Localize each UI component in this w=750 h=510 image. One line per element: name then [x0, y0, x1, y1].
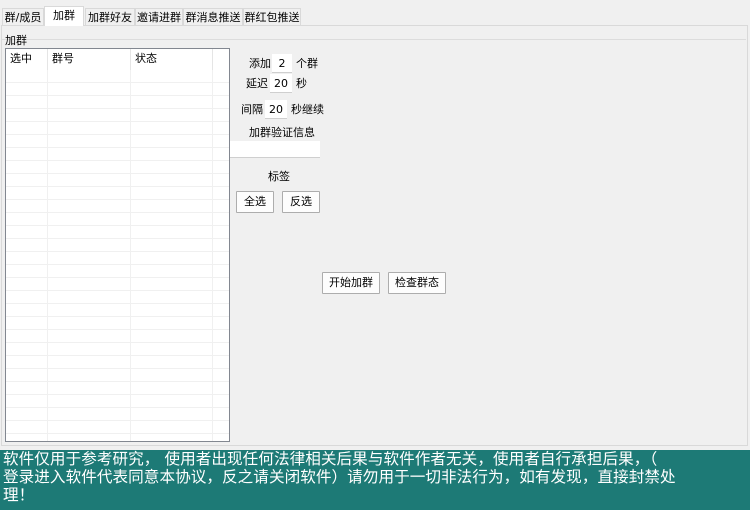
- tab-add-group-friends[interactable]: 加群好友: [85, 8, 135, 25]
- add-count-input[interactable]: 2: [272, 54, 292, 73]
- interval-input[interactable]: 20: [265, 100, 287, 119]
- invert-selection-button[interactable]: 反选: [282, 191, 320, 213]
- tab-group-message-push[interactable]: 群消息推送: [183, 8, 243, 25]
- delay-suffix: 秒: [296, 77, 307, 90]
- interval-suffix: 秒继续: [291, 103, 324, 116]
- start-join-button[interactable]: 开始加群: [322, 272, 380, 294]
- disclaimer-line: 登录进入软件代表同意本协议，反之请关闭软件）请勿用于一切非法行为，如有发现，直接…: [3, 468, 676, 486]
- list-header: 选中 群号 状态: [6, 49, 229, 70]
- interval-prefix: 间隔: [241, 103, 263, 116]
- column-header-status[interactable]: 状态: [131, 49, 213, 70]
- list-rows: [6, 70, 229, 441]
- tab-group-redpacket-push[interactable]: 群红包推送: [243, 8, 301, 25]
- disclaimer-line: 理！: [3, 486, 35, 504]
- verify-message-input[interactable]: [230, 141, 320, 158]
- add-count-prefix: 添加: [249, 57, 271, 70]
- delay-prefix: 延迟: [246, 77, 268, 90]
- group-list[interactable]: 选中 群号 状态: [5, 48, 230, 442]
- select-all-button[interactable]: 全选: [236, 191, 274, 213]
- column-divider: [47, 70, 48, 441]
- tab-bar: 群/成员 加群 加群好友 邀请进群 群消息推送 群红包推送: [0, 0, 750, 26]
- disclaimer-banner: 软件仅用于参考研究， 使用者出现任何法律相关后果与软件作者无关，使用者自行承担后…: [0, 450, 750, 510]
- tab-join-group[interactable]: 加群: [44, 6, 84, 26]
- group-title: 加群: [5, 34, 27, 47]
- column-header-selected[interactable]: 选中: [6, 49, 48, 70]
- tab-group-members[interactable]: 群/成员: [2, 8, 44, 25]
- column-divider: [130, 70, 131, 441]
- disclaimer-line: 软件仅用于参考研究， 使用者出现任何法律相关后果与软件作者无关，使用者自行承担后…: [3, 450, 658, 468]
- delay-input[interactable]: 20: [270, 74, 292, 93]
- tab-invite-to-group[interactable]: 邀请进群: [135, 8, 183, 25]
- column-divider: [212, 70, 213, 441]
- add-count-suffix: 个群: [296, 57, 318, 70]
- tag-label: 标签: [268, 170, 290, 183]
- group-divider: [2, 39, 746, 40]
- check-group-status-button[interactable]: 检查群态: [388, 272, 446, 294]
- column-header-group-id[interactable]: 群号: [48, 49, 131, 70]
- verify-message-label: 加群验证信息: [249, 126, 315, 139]
